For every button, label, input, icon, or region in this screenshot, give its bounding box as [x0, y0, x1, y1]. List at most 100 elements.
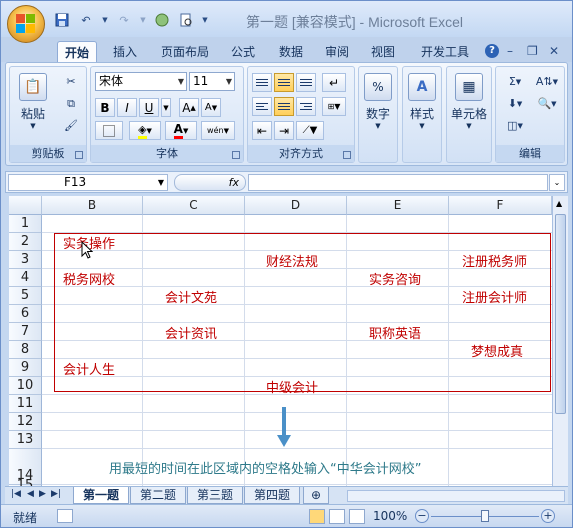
fill-color-button[interactable]: ◈ ▼ [129, 121, 161, 140]
autosum-button[interactable]: Σ ▼ [500, 73, 530, 90]
page-break-view-icon[interactable] [349, 509, 365, 524]
cells-button[interactable]: ▦ 单元格 ▼ [449, 73, 489, 130]
cell-c5[interactable]: 会计文苑 [165, 287, 217, 306]
align-right-button[interactable] [296, 97, 316, 116]
wrap-text-button[interactable]: ↵ [322, 73, 346, 92]
shrink-font-button[interactable]: A ▼ [201, 98, 221, 117]
office-button[interactable] [7, 5, 45, 43]
print-preview-icon[interactable] [177, 12, 195, 28]
vertical-scrollbar[interactable]: ▲ [552, 196, 568, 486]
bold-button[interactable]: B [95, 98, 115, 117]
row-header[interactable]: 12 [9, 413, 42, 431]
restore-window-icon[interactable]: ❐ [527, 44, 538, 58]
cell-c7[interactable]: 会计资讯 [165, 323, 217, 342]
sheet-tab-1[interactable]: 第一题 [73, 487, 129, 504]
sheet-tab-4[interactable]: 第四题 [244, 487, 300, 504]
align-left-button[interactable] [252, 97, 272, 116]
find-select-icon[interactable]: 🔍 ▼ [532, 95, 562, 112]
worksheet-grid[interactable]: B C D E F 1 2 3 4 5 6 7 8 9 10 11 12 13 … [9, 196, 552, 486]
tab-data[interactable]: 数据 [271, 41, 311, 62]
sort-filter-icon[interactable]: A⇅ ▼ [532, 73, 562, 90]
styles-button[interactable]: A 样式 ▼ [405, 73, 439, 130]
cell-b9[interactable]: 会计人生 [63, 359, 115, 378]
cell-e7[interactable]: 职称英语 [369, 323, 421, 342]
orientation-button[interactable]: ⟋▼ [296, 121, 324, 140]
tab-developer[interactable]: 开发工具 [413, 41, 477, 62]
cell-f3[interactable]: 注册税务师 [462, 251, 527, 270]
minimize-ribbon-icon[interactable]: – [507, 44, 513, 58]
expand-formula-bar-icon[interactable]: ⌄ [549, 174, 565, 191]
page-layout-view-icon[interactable] [329, 509, 345, 524]
row-header[interactable]: 5 [9, 287, 42, 305]
sheet-tab-3[interactable]: 第三题 [187, 487, 243, 504]
column-header-f[interactable]: F [449, 196, 552, 215]
copy-icon[interactable]: ⧉ [62, 95, 80, 112]
zoom-level[interactable]: 100% [373, 509, 407, 523]
row-header[interactable]: 7 [9, 323, 42, 341]
macro-record-status-icon[interactable] [57, 509, 73, 523]
clear-icon[interactable]: ◫ ▼ [500, 117, 530, 134]
font-size-combo[interactable]: 11 ▼ [189, 72, 235, 91]
prev-sheet-icon[interactable]: ◀ [27, 489, 34, 499]
row-header[interactable]: 6 [9, 305, 42, 323]
alignment-launcher-icon[interactable] [343, 151, 351, 159]
align-top-button[interactable] [252, 73, 272, 92]
increase-indent-button[interactable]: ⇥ [274, 121, 294, 140]
name-box[interactable]: F13 ▼ [8, 174, 168, 191]
undo-dropdown-icon[interactable]: ▼ [101, 12, 109, 28]
tab-page-layout[interactable]: 页面布局 [153, 41, 217, 62]
zoom-in-icon[interactable]: + [541, 509, 555, 523]
save-icon[interactable] [53, 12, 71, 28]
underline-button[interactable]: U [139, 98, 159, 117]
redo-dropdown-icon[interactable]: ▼ [139, 12, 147, 28]
font-name-combo[interactable]: 宋体 ▼ [95, 72, 187, 91]
last-sheet-icon[interactable]: ▶| [51, 489, 61, 499]
borders-button[interactable] [95, 121, 123, 140]
tab-formulas[interactable]: 公式 [223, 41, 263, 62]
vertical-scroll-thumb[interactable] [555, 214, 566, 414]
select-all-corner[interactable] [9, 196, 42, 215]
row-header[interactable]: 4 [9, 269, 42, 287]
tab-insert[interactable]: 插入 [105, 41, 145, 62]
align-center-button[interactable] [274, 97, 294, 116]
insert-function-button[interactable]: fx [174, 174, 246, 191]
help-icon[interactable]: ? [485, 44, 499, 58]
cell-d3[interactable]: 财经法规 [266, 251, 318, 270]
cell-d10[interactable]: 中级会计 [266, 377, 318, 396]
first-sheet-icon[interactable]: |◀ [11, 489, 21, 499]
align-bottom-button[interactable] [296, 73, 316, 92]
font-color-button[interactable]: A ▼ [165, 121, 197, 140]
tab-home[interactable]: 开始 [57, 41, 97, 62]
tab-view[interactable]: 视图 [363, 41, 403, 62]
close-window-icon[interactable]: ✕ [549, 44, 559, 58]
grow-font-button[interactable]: A ▲ [179, 98, 199, 117]
scroll-up-icon[interactable]: ▲ [556, 199, 562, 208]
horizontal-scrollbar[interactable] [347, 490, 565, 502]
row-header[interactable]: 2 [9, 233, 42, 251]
paste-button[interactable]: 📋 粘贴 ▼ [16, 73, 50, 130]
redo-icon[interactable]: ↷ [115, 12, 133, 28]
underline-dropdown-icon[interactable]: ▼ [161, 98, 171, 117]
italic-button[interactable]: I [117, 98, 137, 117]
clipboard-launcher-icon[interactable] [75, 151, 83, 159]
row-header[interactable]: 8 [9, 341, 42, 359]
cell-e4[interactable]: 实务咨询 [369, 269, 421, 288]
column-header-e[interactable]: E [347, 196, 449, 215]
zoom-out-icon[interactable]: − [415, 509, 429, 523]
decrease-indent-button[interactable]: ⇤ [252, 121, 272, 140]
column-header-c[interactable]: C [143, 196, 245, 215]
format-painter-icon[interactable]: 🖌 [62, 117, 80, 134]
row-header[interactable]: 13 [9, 431, 42, 449]
next-sheet-icon[interactable]: ▶ [39, 489, 46, 499]
normal-view-icon[interactable] [309, 509, 325, 524]
macro-record-icon[interactable] [153, 12, 171, 28]
number-format-button[interactable]: % 数字 ▼ [361, 73, 395, 130]
cell-f5[interactable]: 注册会计师 [462, 287, 527, 306]
undo-icon[interactable]: ↶ [77, 12, 95, 28]
row-header[interactable]: 10 [9, 377, 42, 395]
row-header[interactable]: 1 [9, 215, 42, 233]
align-middle-button[interactable] [274, 73, 294, 92]
row-header[interactable]: 9 [9, 359, 42, 377]
sheet-tab-2[interactable]: 第二题 [130, 487, 186, 504]
insert-sheet-icon[interactable]: ⊕ [303, 487, 329, 504]
